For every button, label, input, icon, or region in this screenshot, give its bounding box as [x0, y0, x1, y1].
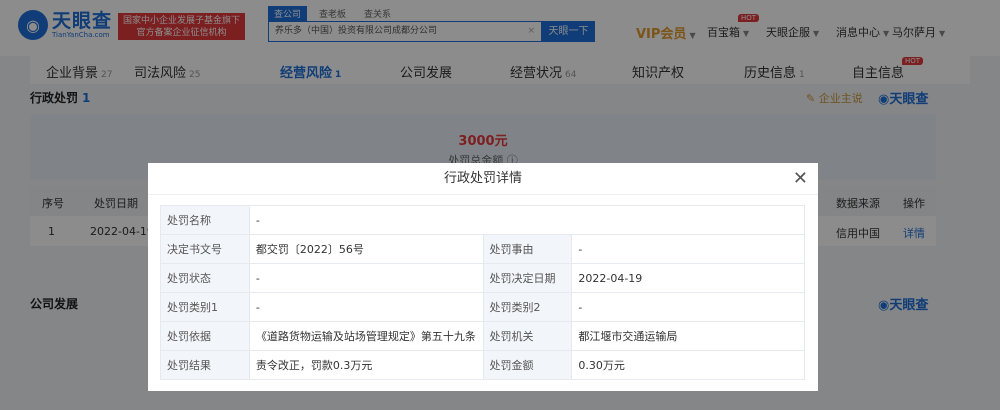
- detail-row: 处罚名称 -: [160, 205, 806, 235]
- penalty-detail-modal: 行政处罚详情 ✕ 处罚名称 - 决定书文号 都交罚〔2022〕56号 处罚事由 …: [148, 163, 818, 391]
- detail-row: 处罚结果 责令改正，罚款0.3万元 处罚金额 0.30万元: [160, 350, 805, 380]
- detail-row: 处罚依据 《道路货物运输及站场管理规定》第五十九条 处罚机关 都江堰市交通运输局: [160, 321, 805, 351]
- detail-row: 决定书文号 都交罚〔2022〕56号 处罚事由 -: [160, 234, 805, 264]
- detail-table: 处罚名称 - 决定书文号 都交罚〔2022〕56号 处罚事由 - 处罚状态 - …: [160, 205, 806, 380]
- modal-title: 行政处罚详情: [148, 163, 818, 195]
- detail-row: 处罚类别1 - 处罚类别2 -: [160, 292, 805, 322]
- close-icon[interactable]: ✕: [793, 169, 808, 189]
- detail-row: 处罚状态 - 处罚决定日期 2022-04-19: [160, 263, 805, 293]
